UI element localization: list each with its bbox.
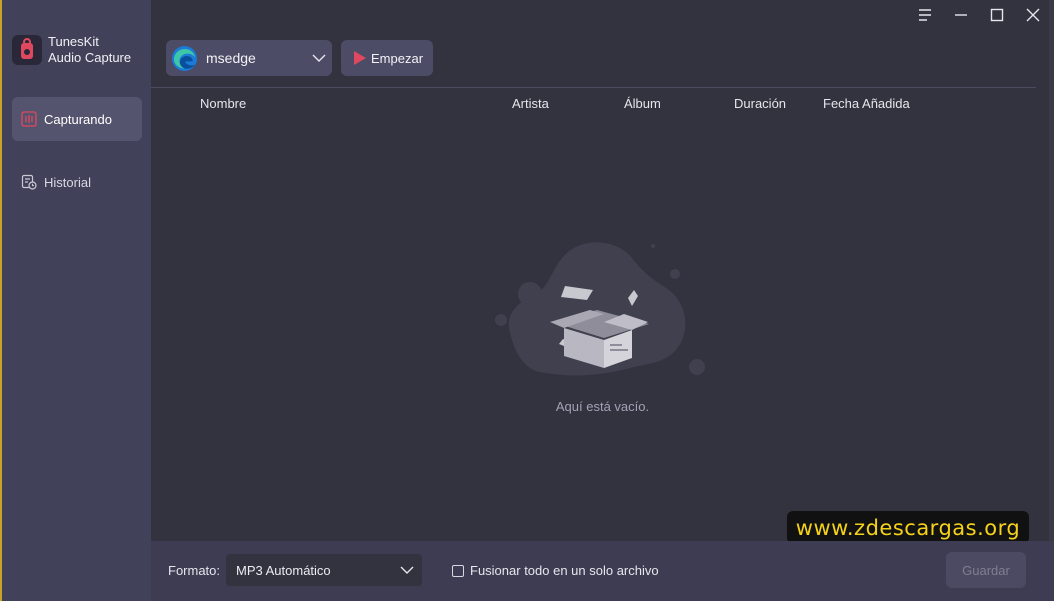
column-header-fecha-anadida: Fecha Añadida bbox=[823, 96, 910, 111]
checkbox-icon bbox=[452, 564, 464, 577]
chevron-down-icon bbox=[312, 51, 326, 68]
column-header-artista: Artista bbox=[512, 96, 549, 111]
merge-files-label: Fusionar todo en un solo archivo bbox=[470, 563, 659, 578]
column-header-duracion: Duración bbox=[734, 96, 787, 111]
sidebar-item-label: Capturando bbox=[44, 111, 112, 127]
minimize-icon[interactable] bbox=[950, 4, 972, 26]
save-button[interactable]: Guardar bbox=[946, 552, 1026, 588]
column-header-album: Álbum bbox=[624, 96, 661, 111]
app-brand: TunesKit Audio Capture bbox=[12, 34, 131, 66]
source-app-value: msedge bbox=[206, 50, 256, 66]
site-watermark: www.zdescargas.org bbox=[787, 511, 1029, 544]
app-name-line1: TunesKit bbox=[48, 34, 99, 49]
column-header-nombre: Nombre bbox=[200, 96, 247, 111]
scrollbar[interactable] bbox=[1049, 0, 1054, 541]
edge-browser-icon bbox=[171, 45, 198, 72]
app-logo-icon bbox=[12, 35, 42, 65]
header-divider bbox=[151, 87, 1036, 88]
app-name-line2: Audio Capture bbox=[48, 50, 132, 65]
capture-icon bbox=[21, 111, 37, 127]
format-value: MP3 Automático bbox=[236, 562, 331, 578]
play-icon bbox=[354, 51, 366, 65]
history-icon bbox=[21, 174, 37, 190]
source-app-select[interactable]: msedge bbox=[166, 40, 332, 76]
format-label: Formato: bbox=[168, 563, 221, 578]
merge-files-checkbox[interactable]: Fusionar todo en un solo archivo bbox=[452, 563, 659, 578]
maximize-icon[interactable] bbox=[986, 4, 1008, 26]
sidebar-item-capturando[interactable]: Capturando bbox=[12, 97, 142, 141]
menu-icon[interactable] bbox=[914, 4, 936, 26]
sidebar-item-historial[interactable]: Historial bbox=[12, 160, 142, 204]
start-button-label: Empezar bbox=[371, 50, 424, 66]
close-icon[interactable] bbox=[1022, 4, 1044, 26]
empty-box-illustration bbox=[488, 236, 710, 386]
sidebar: TunesKit Audio Capture Capturando Histor… bbox=[0, 0, 151, 601]
start-capture-button[interactable]: Empezar bbox=[341, 40, 433, 76]
sidebar-item-label: Historial bbox=[44, 174, 91, 190]
empty-state-message: Aquí está vacío. bbox=[555, 399, 650, 414]
chevron-down-icon bbox=[400, 563, 414, 580]
format-select[interactable]: MP3 Automático bbox=[226, 554, 422, 586]
